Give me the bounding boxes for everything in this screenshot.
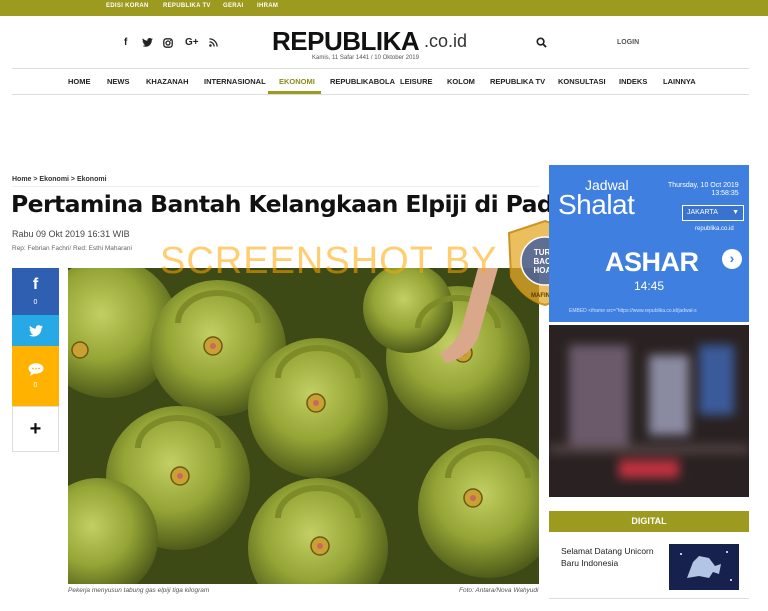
photo-credit: Foto: Antara/Nova Wahyudi (459, 587, 539, 594)
city-select-value: JAKARTA (687, 209, 718, 216)
article-photo (68, 268, 539, 584)
next-prayer-button[interactable]: › (722, 249, 742, 269)
topbar-link-republika-tv[interactable]: REPUBLIKA TV (163, 3, 211, 9)
nav-news[interactable]: NEWS (107, 77, 130, 86)
digital-section-heading: DIGITAL (549, 511, 749, 532)
photo-caption: Pekerja menyusun tabung gas elpiji tiga … (68, 587, 210, 594)
nav-indeks[interactable]: INDEKS (619, 77, 647, 86)
breadcrumb-divider (12, 186, 539, 187)
prayer-time: 14:45 (634, 279, 665, 293)
chevron-down-icon: ▼ (732, 209, 739, 216)
facebook-share-count: 0 (33, 299, 38, 306)
search-icon[interactable] (536, 37, 547, 48)
prayer-widget-site: republika.co.id (695, 226, 734, 232)
screenshot-watermark: SCREENSHOT BY (160, 240, 498, 282)
header-date: Kamis, 11 Safar 1441 / 10 Oktober 2019 (312, 55, 419, 61)
facebook-icon[interactable]: f (124, 37, 127, 48)
nav-divider-top (12, 68, 749, 69)
topbar-link-ihram[interactable]: IHRAM (257, 3, 278, 9)
article-title: Pertamina Bantah Kelangkaan Elpiji di Pa… (11, 190, 601, 218)
site-logo[interactable]: REPUBLIKA (272, 26, 420, 57)
prayer-name: ASHAR (605, 247, 699, 277)
nav-leisure[interactable]: LEISURE (400, 77, 433, 86)
top-utility-bar: EDISI KORAN REPUBLIKA TV GERAI IHRAM (0, 0, 768, 16)
plus-icon: + (29, 418, 42, 440)
share-facebook-button[interactable]: f 0 (12, 268, 59, 315)
rss-icon[interactable] (209, 38, 218, 50)
nav-konsultasi[interactable]: KONSULTASI (558, 77, 606, 86)
article-publish-date: Rabu 09 Okt 2019 16:31 WIB (12, 229, 130, 239)
sidebar-advertisement[interactable] (549, 325, 749, 497)
instagram-icon[interactable] (163, 38, 173, 51)
site-logo-suffix: .co.id (424, 31, 468, 51)
digital-article-link[interactable]: Selamat Datang Unicorn Baru Indonesia (561, 545, 671, 569)
twitter-icon[interactable] (142, 37, 153, 50)
nav-lainnya[interactable]: LAINNYA (663, 77, 696, 86)
nav-republikabola[interactable]: REPUBLIKABOLA (330, 77, 395, 86)
city-select[interactable]: JAKARTA ▼ (682, 205, 744, 221)
nav-republika-tv[interactable]: REPUBLIKA TV (490, 77, 545, 86)
topbar-link-edisi-koran[interactable]: EDISI KORAN (106, 3, 149, 9)
more-share-button[interactable]: + (12, 406, 59, 452)
twitter-icon (28, 324, 43, 337)
login-link[interactable]: LOGIN (617, 39, 639, 46)
prayer-schedule-widget: Jadwal Shalat Thursday, 10 Oct 2019 13:5… (549, 165, 749, 322)
prayer-widget-date: Thursday, 10 Oct 2019 13:58:35 (668, 182, 739, 197)
nav-internasional[interactable]: INTERNASIONAL (204, 77, 266, 86)
breadcrumb[interactable]: Home > Ekonomi > Ekonomi (12, 176, 107, 183)
digital-divider (549, 598, 749, 599)
prayer-widget-heading: Shalat (558, 189, 635, 220)
nav-home[interactable]: HOME (68, 77, 91, 86)
google-plus-icon[interactable]: G+ (185, 37, 199, 48)
nav-divider-bottom (12, 94, 749, 95)
nav-ekonomi[interactable]: EKONOMI (279, 77, 315, 86)
embed-code-text: EMBED <iframe src="https://www.republika… (569, 308, 697, 314)
nav-kolom[interactable]: KOLOM (447, 77, 475, 86)
digital-article-thumbnail[interactable] (669, 544, 739, 590)
comment-icon (28, 363, 43, 376)
comment-count: 0 (33, 382, 38, 389)
article-reporter: Rep: Febrian Fachri/ Red: Esthi Maharani (12, 245, 132, 252)
comment-button[interactable]: 0 (12, 346, 59, 406)
topbar-link-gerai[interactable]: GERAI (223, 3, 244, 9)
share-twitter-button[interactable] (12, 315, 59, 346)
nav-khazanah[interactable]: KHAZANAH (146, 77, 189, 86)
facebook-icon: f (32, 276, 39, 293)
